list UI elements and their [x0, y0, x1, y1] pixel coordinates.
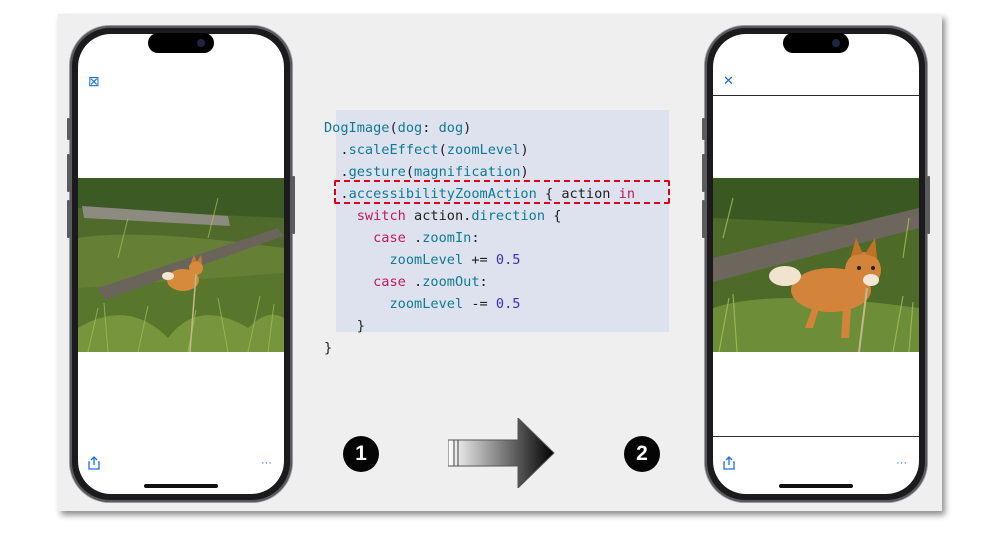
code-line: switch action.direction {: [324, 205, 635, 227]
close-icon[interactable]: ⊠: [88, 74, 100, 88]
side-button: [702, 118, 705, 140]
code-token: .: [324, 142, 349, 158]
code-token: +=: [463, 252, 496, 268]
more-icon[interactable]: ···: [261, 458, 272, 469]
close-icon[interactable]: ✕: [723, 74, 734, 87]
code-token: }: [324, 340, 333, 356]
right-phone: ✕ ···: [702, 26, 930, 502]
code-token: ): [520, 164, 529, 180]
code-token: action.: [405, 208, 472, 224]
share-icon[interactable]: [723, 456, 735, 472]
code-token: magnification: [414, 164, 521, 180]
left-screen: ⊠ ···: [78, 34, 284, 494]
code-line: }: [324, 315, 635, 337]
code-token: .: [405, 274, 423, 290]
volume-down-button: [702, 200, 705, 238]
power-button: [292, 176, 295, 234]
code-token: zoomIn: [422, 230, 472, 246]
code-line: case .zoomOut:: [324, 271, 635, 293]
dog-photo: [78, 178, 284, 352]
volume-up-button: [67, 154, 70, 192]
power-button: [927, 176, 930, 234]
share-icon[interactable]: [88, 456, 100, 472]
toolbar-divider: [713, 95, 919, 96]
side-button: [67, 118, 70, 140]
code-snippet: DogImage(dog: dog) .scaleEffect(zoomLeve…: [324, 117, 635, 359]
code-token: :: [479, 274, 488, 290]
code-line: }: [324, 337, 635, 359]
code-line: case .zoomIn:: [324, 227, 635, 249]
code-token: (: [438, 142, 447, 158]
code-token: ): [463, 120, 472, 136]
code-token: zoomLevel: [389, 252, 464, 268]
code-line: DogImage(dog: dog): [324, 117, 635, 139]
home-indicator: [779, 484, 853, 488]
volume-up-button: [702, 154, 705, 192]
code-token: zoomLevel: [446, 142, 521, 158]
code-token: 0.5: [495, 252, 521, 268]
code-token: .: [324, 164, 349, 180]
arrow-right-icon: [448, 418, 555, 488]
toolbar-divider: [713, 436, 919, 437]
code-token: dog: [438, 120, 464, 136]
code-token: direction: [471, 208, 546, 224]
code-token: switch: [356, 208, 406, 224]
step-1-badge: 1: [343, 436, 379, 472]
code-token: scaleEffect: [348, 142, 439, 158]
home-indicator: [144, 484, 218, 488]
code-token: gesture: [348, 164, 406, 180]
step-2-badge: 2: [624, 436, 660, 472]
dog-photo-zoomed: [713, 178, 919, 352]
dynamic-island: [783, 33, 849, 53]
code-token: case: [373, 274, 406, 290]
code-token: case: [373, 230, 406, 246]
code-token: zoomOut: [422, 274, 480, 290]
code-token: 0.5: [495, 296, 521, 312]
code-token: ): [520, 142, 529, 158]
code-token: {: [545, 208, 562, 224]
code-token: dog: [397, 120, 423, 136]
code-line: .scaleEffect(zoomLevel): [324, 139, 635, 161]
left-phone: ⊠ ···: [67, 26, 295, 502]
code-line: zoomLevel += 0.5: [324, 249, 635, 271]
slide-card: ⊠ ··· DogImage(dog: dog) .scaleEffect(zo…: [58, 14, 942, 511]
volume-down-button: [67, 200, 70, 238]
code-token: zoomLevel: [389, 296, 464, 312]
code-token: (: [405, 164, 415, 180]
code-token: .: [405, 230, 423, 246]
code-token: :: [471, 230, 480, 246]
code-token: -=: [463, 296, 496, 312]
dynamic-island: [148, 33, 214, 53]
more-icon[interactable]: ···: [896, 458, 907, 469]
code-token: :: [422, 120, 439, 136]
code-token: }: [324, 318, 365, 334]
code-line: zoomLevel -= 0.5: [324, 293, 635, 315]
code-token: (: [389, 120, 398, 136]
highlight-box: [334, 180, 670, 204]
code-token: DogImage: [324, 120, 390, 136]
right-screen: ✕ ···: [713, 34, 919, 494]
